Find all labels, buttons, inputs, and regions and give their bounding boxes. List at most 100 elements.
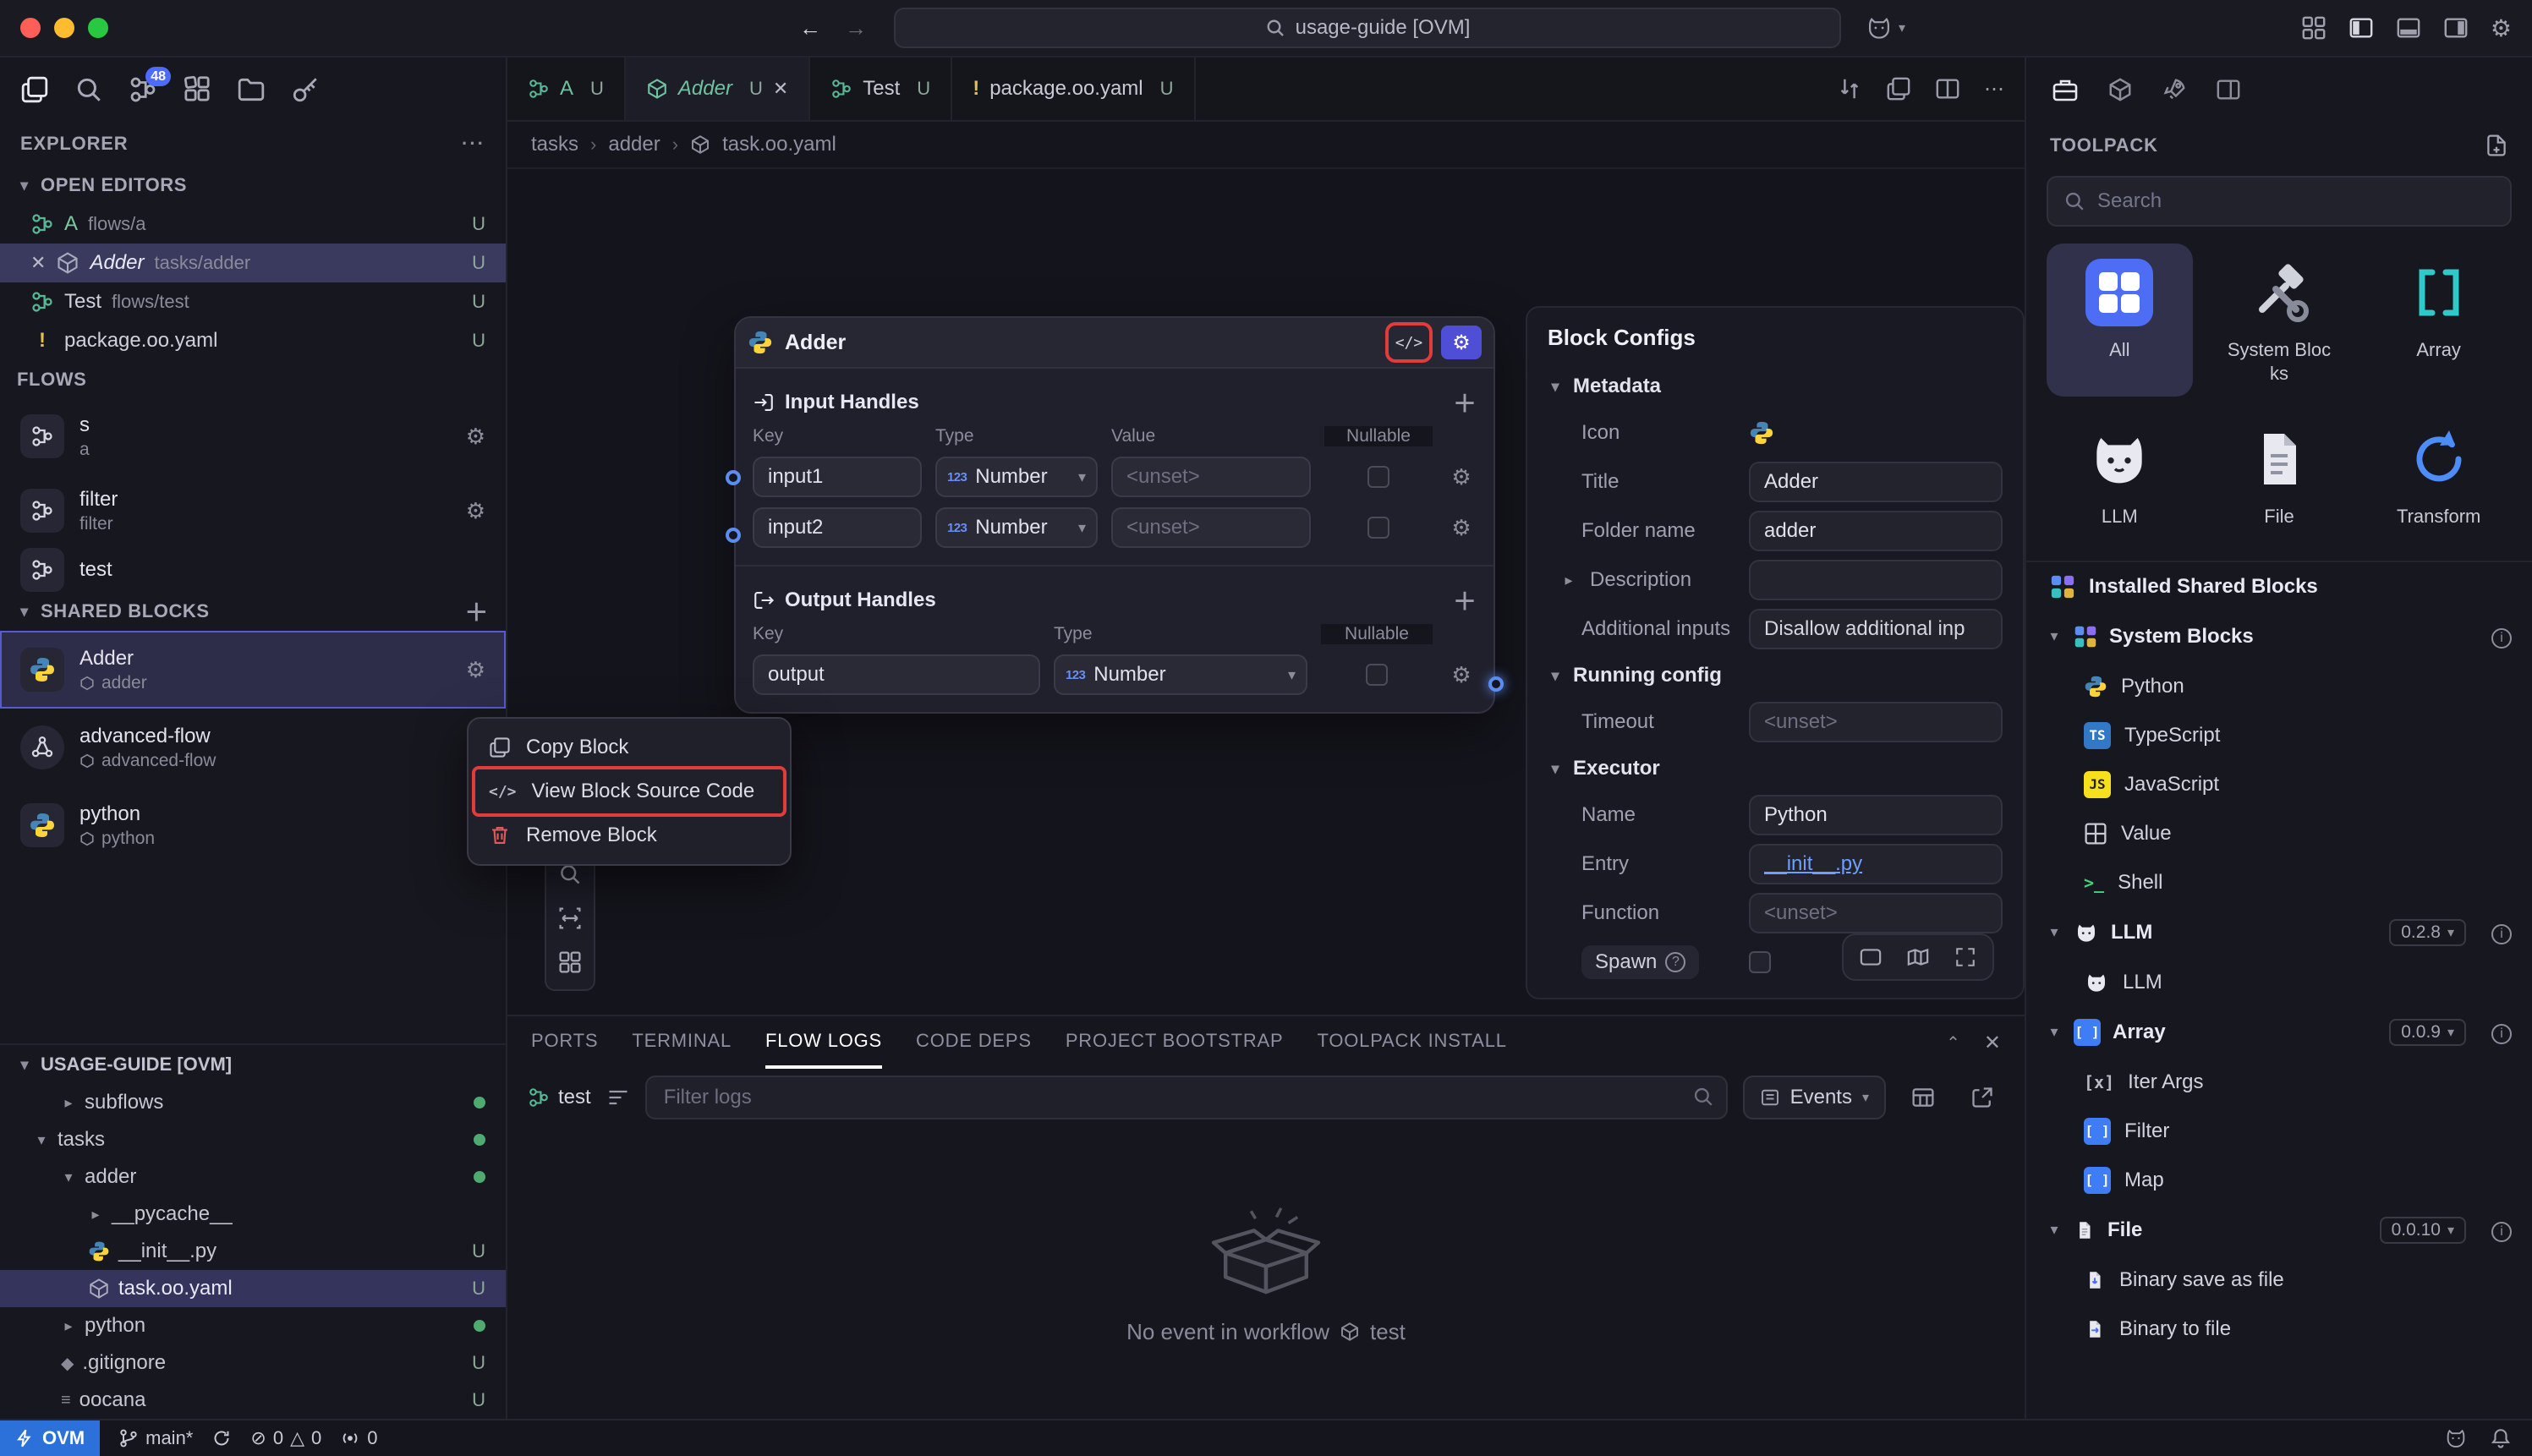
breadcrumb-item-adder[interactable]: adder [608,133,660,156]
flow-item-test[interactable]: test [0,548,506,592]
log-options-icon[interactable] [606,1086,630,1109]
close-window-button[interactable] [20,18,41,38]
close-icon[interactable]: ✕ [773,78,788,100]
flow-canvas[interactable]: Adder </> ⚙ Input Handles ＋ [507,169,2025,1015]
folder-name-input[interactable] [1749,511,2003,551]
menu-item-copy-block[interactable]: Copy Block [475,725,783,769]
rocket-icon[interactable] [2162,77,2187,102]
block-filter[interactable]: [ ] Filter [2026,1107,2532,1156]
minimize-window-button[interactable] [54,18,74,38]
workspace-header[interactable]: ▾ USAGE-GUIDE [OVM] [0,1043,506,1084]
command-center[interactable]: usage-guide [OVM] [894,8,1841,48]
tab-ports[interactable]: PORTS [531,1016,598,1069]
tab-terminal[interactable]: TERMINAL [632,1016,732,1069]
executor-section-header[interactable]: ▾ Executor [1548,747,2003,791]
tab-flow-logs[interactable]: FLOW LOGS [765,1016,882,1069]
flows-header[interactable]: FLOWS [0,360,506,399]
tab-adder[interactable]: Adder U ✕ [626,57,810,120]
add-shared-block-button[interactable]: ＋ [464,594,489,628]
minimap-icon[interactable] [1896,940,1940,974]
tree-item-adder[interactable]: ▾ adder [0,1158,506,1196]
group-file[interactable]: ▾ File 0.0.10 ▾ i [2026,1205,2532,1256]
block-typescript[interactable]: TS TypeScript [2026,711,2532,760]
custom-ui-section-header[interactable]: ▸ Custom UI [1548,987,2003,999]
shared-block-python[interactable]: python python ⚙ [0,786,506,864]
panel-left-icon[interactable] [2348,15,2374,41]
card-all[interactable]: All [2047,244,2193,397]
export-icon[interactable] [1960,1076,2004,1119]
nullable-checkbox[interactable] [1367,466,1389,488]
version-select[interactable]: 0.0.10 ▾ [2380,1217,2466,1244]
shared-block-adder[interactable]: Adder adder ⚙ [0,631,506,709]
running-config-section-header[interactable]: ▾ Running config [1548,654,2003,698]
open-editor-a[interactable]: A flows/a U [0,205,506,244]
tree-item-pycache[interactable]: ▸ __pycache__ [0,1196,506,1233]
collapse-panel-icon[interactable]: ⌃ [1946,1032,1960,1054]
block-shell[interactable]: >_ Shell [2026,858,2532,907]
card-llm[interactable]: LLM [2047,410,2193,540]
extensions-view-icon[interactable] [183,75,211,104]
cat-icon[interactable] [2444,1427,2468,1449]
version-select[interactable]: 0.0.9 ▾ [2389,1019,2466,1046]
title-input[interactable] [1749,462,2003,502]
input-type-select[interactable]: 123 Number ▾ [935,457,1098,497]
block-map[interactable]: [ ] Map [2026,1156,2532,1205]
zoom-window-button[interactable] [88,18,108,38]
package-icon[interactable] [2107,77,2133,102]
gear-icon[interactable]: ⚙ [466,657,485,683]
breadcrumb-item-file[interactable]: task.oo.yaml [722,133,836,156]
more-actions-icon[interactable]: ⋯ [1984,77,2004,101]
git-branch-status[interactable]: main* [118,1427,193,1449]
flow-selector[interactable]: test [528,1086,591,1109]
block-config-gear-icon[interactable]: ⚙ [1441,326,1482,359]
tree-item-task-yaml[interactable]: task.oo.yaml U [0,1270,506,1307]
spawn-checkbox[interactable] [1749,951,1771,973]
compare-icon[interactable] [1837,76,1862,101]
input-key-field[interactable] [753,507,922,548]
block-binary-to-file[interactable]: Binary to file [2026,1305,2532,1354]
close-icon[interactable]: ✕ [30,252,46,274]
block-javascript[interactable]: JS JavaScript [2026,760,2532,809]
runs-view-icon[interactable]: 48 [129,75,157,104]
panel-bottom-icon[interactable] [2396,15,2421,41]
settings-gear-icon[interactable]: ⚙ [2491,14,2512,42]
gear-icon[interactable]: ⚙ [1446,662,1477,688]
card-file[interactable]: File [2206,410,2353,540]
input-key-field[interactable] [753,457,922,497]
menu-item-remove-block[interactable]: Remove Block [475,813,783,857]
timeout-input[interactable] [1749,702,2003,742]
layout-grid-icon[interactable] [2301,15,2326,41]
flow-item-s[interactable]: s a ⚙ [0,399,506,473]
tab-project-bootstrap[interactable]: PROJECT BOOTSTRAP [1066,1016,1284,1069]
tree-item-init-py[interactable]: __init__.py U [0,1233,506,1270]
version-select[interactable]: 0.2.8 ▾ [2389,919,2466,946]
fullscreen-icon[interactable] [1943,940,1987,974]
gear-icon[interactable]: ⚙ [466,424,485,450]
remote-indicator[interactable]: OVM [0,1420,100,1456]
info-icon[interactable]: i [2491,624,2512,649]
tree-item-subflows[interactable]: ▸ subflows [0,1084,506,1121]
gear-icon[interactable]: ⚙ [1446,464,1477,490]
input-port-2[interactable] [726,528,741,543]
search-view-icon[interactable] [74,75,103,104]
block-binary-save-as-file[interactable]: Binary save as file [2026,1256,2532,1305]
panel-right-icon[interactable] [2443,15,2469,41]
tab-toolpack-install[interactable]: TOOLPACK INSTALL [1318,1016,1507,1069]
open-editor-adder[interactable]: ✕ Adder tasks/adder U [0,244,506,282]
card-array[interactable]: Array [2365,244,2512,397]
shared-block-advanced-flow[interactable]: advanced-flow advanced-flow ⚙ [0,709,506,786]
input-value-field[interactable] [1111,507,1311,548]
description-input[interactable] [1749,560,2003,600]
flow-item-filter[interactable]: filter filter ⚙ [0,473,506,548]
fit-view-icon[interactable] [550,896,590,940]
info-icon[interactable]: i [2491,1020,2512,1044]
input-port-1[interactable] [726,470,741,485]
function-input[interactable] [1749,893,2003,933]
additional-inputs-select[interactable]: Disallow additional inp [1749,609,2003,649]
adder-node[interactable]: Adder </> ⚙ Input Handles ＋ [734,316,1495,714]
nullable-checkbox[interactable] [1366,664,1388,686]
shared-blocks-header[interactable]: ▾ SHARED BLOCKS ＋ [0,592,506,631]
tree-item-gitignore[interactable]: ◆ .gitignore U [0,1344,506,1382]
toolbox-icon[interactable] [2052,77,2079,102]
columns-icon[interactable] [1901,1076,1945,1119]
